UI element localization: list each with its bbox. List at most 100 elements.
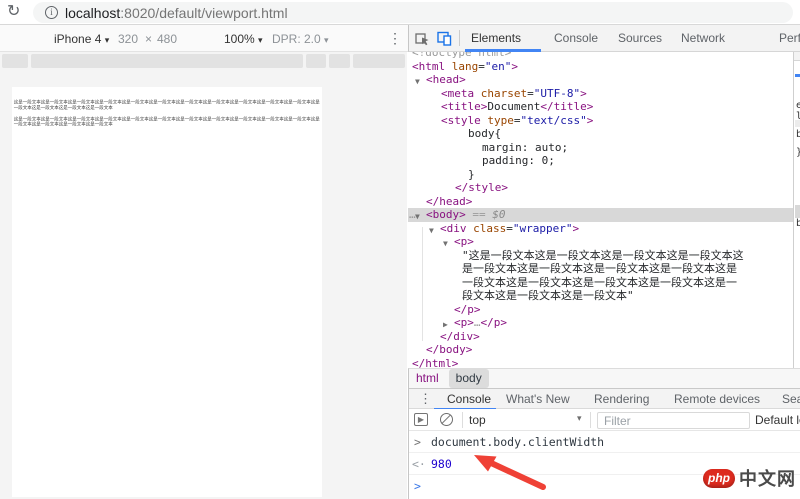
device-chrome-block — [329, 54, 350, 68]
device-emulation-area: 这是一段文本这是一段文本这是一段文本这是一段文本这是一段文本这是一段文本这是一段… — [0, 52, 407, 499]
url-text[interactable]: localhost:8020/default/viewport.html — [65, 5, 288, 21]
device-page-content: 这是一段文本这是一段文本这是一段文本这是一段文本这是一段文本这是一段文本这是一段… — [12, 100, 322, 127]
code-token: </p> — [481, 316, 508, 329]
breadcrumb-item-body[interactable]: body — [449, 369, 489, 388]
tree-line[interactable]: ▶<p>…</p> — [408, 316, 793, 330]
styles-selected-fragment — [795, 205, 800, 218]
code-token: Document — [487, 100, 540, 113]
divider — [459, 30, 460, 46]
browser-address-bar: ↻ i localhost:8020/default/viewport.html — [0, 0, 800, 25]
tree-line[interactable]: body{ — [408, 127, 793, 141]
code-token: = — [514, 114, 521, 127]
device-chrome-block — [31, 54, 303, 68]
code-token: </body> — [426, 343, 472, 356]
clear-console-icon[interactable] — [440, 413, 453, 426]
reload-icon[interactable]: ↻ — [7, 1, 20, 21]
page-paragraph-2: 这是一段文本这是一段文本这是一段文本这是一段文本这是一段文本这是一段文本这是一段… — [14, 117, 320, 128]
styles-text-fragment: e — [796, 100, 800, 111]
breadcrumb: htmlbody — [408, 368, 800, 388]
code-token: <p> — [454, 235, 474, 248]
console-result-value: 980 — [431, 457, 452, 471]
tree-line[interactable]: </div> — [408, 330, 793, 344]
code-token: "UTF-8" — [534, 87, 580, 100]
tree-line[interactable]: </body> — [408, 343, 793, 357]
devtools-tab-sources[interactable]: Sources — [618, 25, 662, 51]
breadcrumb-item-html[interactable]: html — [409, 369, 446, 388]
devtools-tab-console[interactable]: Console — [554, 25, 598, 51]
tree-line[interactable]: ▼<p> — [408, 235, 793, 249]
page-paragraph-1: 这是一段文本这是一段文本这是一段文本这是一段文本这是一段文本这是一段文本这是一段… — [14, 100, 320, 111]
chevron-down-icon: ▾ — [258, 35, 263, 45]
code-token: $0 — [492, 208, 505, 221]
code-token: <div — [440, 222, 467, 235]
tree-line[interactable]: …▼<body> == $0 — [408, 208, 793, 222]
zoom-select[interactable]: 100% ▾ — [224, 32, 263, 46]
drawer-tab-what-s-new[interactable]: What's New — [506, 389, 570, 409]
tree-line[interactable]: </style> — [408, 181, 793, 195]
tree-line[interactable]: <html lang="en"> — [408, 60, 793, 74]
devtools-tab-network[interactable]: Network — [681, 25, 725, 51]
code-token: } — [468, 168, 475, 181]
chevron-down-icon: ▾ — [577, 413, 582, 424]
url-pill[interactable]: i localhost:8020/default/viewport.html — [33, 2, 793, 23]
tree-line[interactable]: <style type="text/css"> — [408, 114, 793, 128]
log-levels-select[interactable]: Default le — [755, 413, 800, 427]
code-token: = — [478, 60, 485, 73]
url-host: localhost — [65, 5, 120, 21]
code-token: </head> — [426, 195, 472, 208]
drawer-tab-console[interactable]: Console — [447, 389, 491, 409]
browser-window: ↻ i localhost:8020/default/viewport.html… — [0, 0, 800, 499]
styles-text-fragment: } — [796, 147, 800, 158]
tree-line[interactable]: <!doctype html> — [408, 52, 793, 60]
inspect-element-icon[interactable] — [415, 31, 430, 46]
viewport-height-field[interactable]: 480 — [157, 32, 177, 46]
tree-line[interactable]: </p> — [408, 303, 793, 317]
viewport-width-field[interactable]: 320 — [118, 32, 138, 46]
tree-line[interactable]: <meta charset="UTF-8"> — [408, 87, 793, 101]
styles-text-fragment: l — [796, 111, 800, 122]
devtools-tab-performan[interactable]: Performan — [779, 25, 800, 51]
tree-line[interactable]: padding: 0; — [408, 154, 793, 168]
styles-sidebar-sliver: elb}b — [793, 52, 800, 368]
device-select[interactable]: iPhone 4 ▾ — [54, 32, 109, 46]
tree-line[interactable]: <title>Document</title> — [408, 100, 793, 114]
php-logo: php — [703, 469, 735, 488]
tree-line[interactable]: margin: auto; — [408, 141, 793, 155]
device-screen[interactable]: 这是一段文本这是一段文本这是一段文本这是一段文本这是一段文本这是一段文本这是一段… — [12, 87, 322, 497]
device-toolbar-menu-icon[interactable]: ⋮ — [388, 30, 402, 47]
device-toolbar-toggle-icon[interactable] — [437, 31, 452, 46]
tree-line[interactable]: "这是一段文本这是一段文本这是一段文本这是一段文本这是一段文本这是一段文本这是一… — [408, 249, 744, 303]
tree-line[interactable]: } — [408, 168, 793, 182]
tree-line[interactable]: </head> — [408, 195, 793, 209]
drawer-tab-remote-devices[interactable]: Remote devices — [674, 389, 760, 409]
drawer-tab-rendering[interactable]: Rendering — [594, 389, 649, 409]
code-token: <p> — [454, 316, 474, 329]
code-token: <style — [441, 114, 481, 127]
drawer-tab-sea[interactable]: Sea — [782, 389, 800, 409]
code-token: class — [467, 222, 507, 235]
context-select[interactable]: top — [469, 413, 486, 427]
devtools-tab-elements[interactable]: Elements — [471, 25, 521, 51]
code-token: lang — [445, 60, 478, 73]
code-token: "这是一段文本这是一段文本这是一段文本这是一段文本这是一段文本这是一段文本这是一… — [462, 249, 744, 303]
styles-tab-underline-fragment — [795, 74, 800, 77]
chevron-down-icon: ▾ — [105, 35, 110, 45]
devtools-tabbar: Elements Console Sources Network Performan — [408, 25, 800, 52]
tree-line[interactable]: ▼<head> — [408, 73, 793, 87]
tree-line[interactable]: </html> — [408, 357, 793, 369]
console-filter-input[interactable] — [597, 412, 750, 429]
code-token: charset — [474, 87, 527, 100]
elements-panel[interactable]: <!doctype html><html lang="en">▼<head><m… — [408, 52, 793, 368]
dpr-select[interactable]: DPR: 2.0 ▾ — [272, 32, 329, 46]
chevron-down-icon: ▾ — [324, 35, 329, 45]
page-info-icon[interactable]: i — [45, 6, 58, 19]
device-emulation-toolbar: iPhone 4 ▾ 320 × 480 100% ▾ DPR: 2.0 ▾ ⋮ — [0, 25, 408, 52]
drawer-menu-icon[interactable]: ⋮ — [419, 391, 432, 407]
execution-context-icon[interactable]: ▶ — [414, 413, 428, 426]
code-token: <head> — [426, 73, 466, 86]
code-token: </p> — [454, 303, 481, 316]
tree-line[interactable]: ▼<div class="wrapper"> — [408, 222, 793, 236]
url-path: :8020/default/viewport.html — [120, 5, 287, 21]
code-token: <!doctype html> — [412, 52, 511, 59]
code-token: > — [587, 114, 594, 127]
